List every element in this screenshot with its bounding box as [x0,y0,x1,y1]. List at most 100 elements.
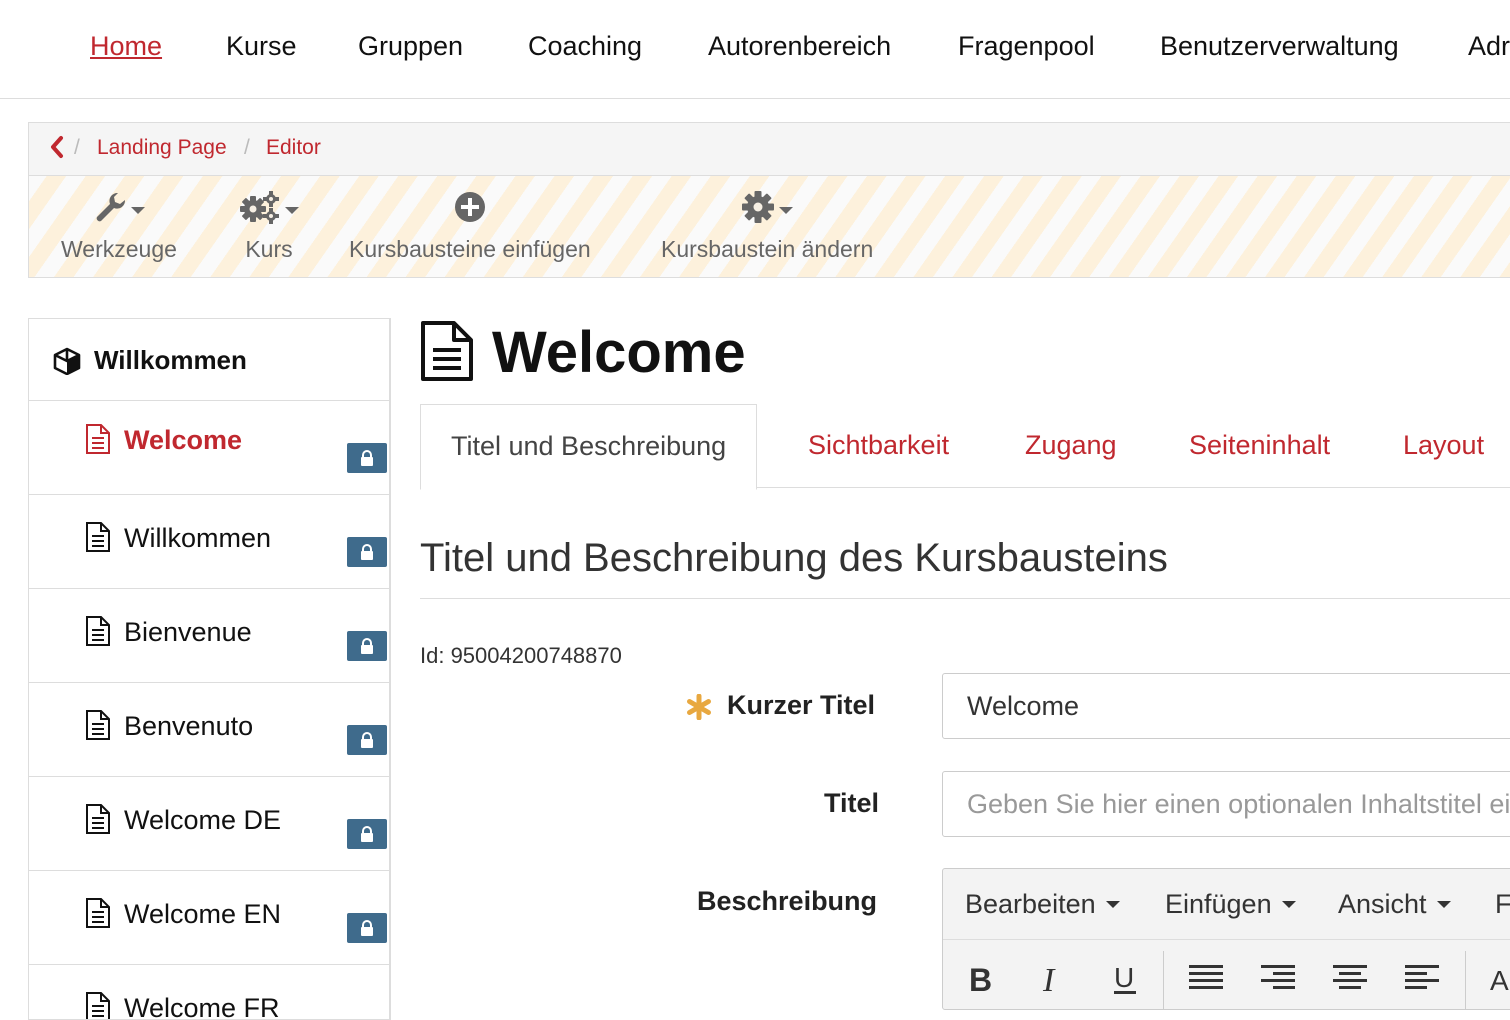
editor-tabs: Titel und Beschreibung Sichtbarkeit Zuga… [420,404,1510,490]
chevron-down-icon [285,206,299,214]
course-label: Kurs [245,236,293,262]
font-icon[interactable]: A [1489,963,1510,998]
editor-menubar: Bearbeiten Einfügen Ansicht F [943,869,1510,940]
nav-coaching[interactable]: Coaching [528,31,642,62]
nav-kurse[interactable]: Kurse [226,31,297,62]
short-title-label: Kurzer Titel [727,690,876,720]
document-icon [85,423,111,460]
tree-item-welcome-en[interactable]: Welcome EN [29,871,389,965]
nav-administration[interactable]: Adr [1468,31,1510,62]
menu-einfuegen-label: Einfügen [1165,889,1272,919]
lock-icon [347,631,387,661]
nav-benutzerverwaltung[interactable]: Benutzerverwaltung [1160,31,1399,62]
tree-item-welcome-fr[interactable]: Welcome FR [29,965,389,1020]
tree-item-label: Willkommen [124,523,272,553]
align-left-icon[interactable] [1405,963,1439,998]
align-center-icon[interactable] [1333,963,1367,998]
tree-item-label: Bienvenue [124,617,252,647]
breadcrumb-landing-page[interactable]: Landing Page [97,136,227,160]
chevron-down-icon [779,206,794,214]
menu-einfuegen[interactable]: Einfügen [1165,889,1296,920]
menu-format-label: F [1495,889,1510,919]
change-course-element-label: Kursbaustein ändern [661,236,874,262]
document-icon [420,320,474,387]
section-divider [420,598,1510,599]
tab-layout[interactable]: Layout [1403,430,1484,461]
wrench-icon [93,190,127,230]
title-label: Titel [824,788,880,818]
back-chevron-icon[interactable] [49,135,65,159]
title-input[interactable] [942,771,1510,837]
section-title: Titel und Beschreibung des Kursbausteins [420,536,1168,580]
nav-home[interactable]: Home [90,31,162,62]
document-icon [85,615,111,652]
tree-item-label: Welcome EN [124,899,282,929]
tree-item-label: Welcome DE [124,805,282,835]
svg-text:U: U [1114,963,1134,993]
course-element-id: Id: 95004200748870 [420,643,622,668]
short-title-input[interactable] [942,673,1510,739]
toolbar-divider [1163,951,1164,1009]
align-right-icon[interactable] [1261,963,1295,998]
menu-ansicht[interactable]: Ansicht [1338,889,1451,920]
page-title-text: Welcome [492,320,746,385]
tree-item-willkommen[interactable]: Willkommen [29,495,389,589]
tree-root-label: Willkommen [94,345,247,375]
gear-icon [741,190,775,230]
tab-zugang[interactable]: Zugang [1025,430,1117,461]
align-justify-icon[interactable] [1189,963,1223,998]
tree-item-bienvenue[interactable]: Bienvenue [29,589,389,683]
chevron-down-icon [1105,901,1120,908]
nav-autorenbereich[interactable]: Autorenbereich [708,31,891,62]
insert-course-elements-label: Kursbausteine einfügen [349,236,591,262]
document-icon [85,991,111,1019]
cube-icon [53,347,81,380]
tab-sichtbarkeit[interactable]: Sichtbarkeit [808,430,949,461]
nav-fragenpool[interactable]: Fragenpool [958,31,1095,62]
tools-dropdown[interactable]: Werkzeuge [61,192,177,263]
tab-titel-und-beschreibung[interactable]: Titel und Beschreibung [420,404,758,490]
description-rich-text-editor[interactable]: Bearbeiten Einfügen Ansicht F B I U A [942,868,1510,1010]
tree-item-label: Welcome FR [124,993,280,1020]
document-icon [85,897,111,934]
tree-root-item[interactable]: Willkommen [29,319,389,401]
document-icon [85,521,111,558]
menu-format[interactable]: F [1495,889,1510,920]
description-label: Beschreibung [697,886,878,916]
lock-icon [347,819,387,849]
tab-seiteninhalt[interactable]: Seiteninhalt [1189,430,1330,461]
tree-item-benvenuto[interactable]: Benvenuto [29,683,389,777]
breadcrumb: / Landing Page / Editor [28,122,1510,175]
insert-course-elements-button[interactable]: Kursbausteine einfügen [349,192,591,263]
required-asterisk-icon [686,693,712,725]
menu-bearbeiten[interactable]: Bearbeiten [965,889,1120,920]
chevron-down-icon [130,206,145,214]
course-dropdown[interactable]: Kurs [239,189,299,263]
italic-icon[interactable]: I [1039,962,1067,999]
lock-icon [347,537,387,567]
course-tree-sidebar: Willkommen Welcome Willkommen Bienvenue [28,318,391,1020]
lock-icon [347,725,387,755]
page-title: Welcome [420,318,746,388]
editor-toolbar: Werkzeuge Kurs Kursbausteine einfügen Ku… [28,175,1510,278]
plus-circle-icon [453,190,487,230]
cogs-icon [239,189,281,231]
tree-item-welcome[interactable]: Welcome [29,401,389,495]
nav-gruppen[interactable]: Gruppen [358,31,463,62]
underline-icon[interactable]: U [1111,962,1139,1000]
tree-item-welcome-de[interactable]: Welcome DE [29,777,389,871]
svg-text:A: A [1490,965,1509,993]
menu-bearbeiten-label: Bearbeiten [965,889,1096,919]
lock-icon [347,443,387,473]
chevron-down-icon [1281,901,1296,908]
menu-ansicht-label: Ansicht [1338,889,1427,919]
chevron-down-icon [1436,901,1451,908]
tree-item-label: Welcome [124,425,243,455]
bold-icon[interactable]: B [967,962,995,998]
breadcrumb-editor[interactable]: Editor [266,136,321,160]
document-icon [85,709,111,746]
toolbar-divider [1465,951,1466,1009]
document-icon [85,803,111,840]
top-navigation: Home Kurse Gruppen Coaching Autorenberei… [0,0,1510,99]
change-course-element-dropdown[interactable]: Kursbaustein ändern [661,190,874,263]
